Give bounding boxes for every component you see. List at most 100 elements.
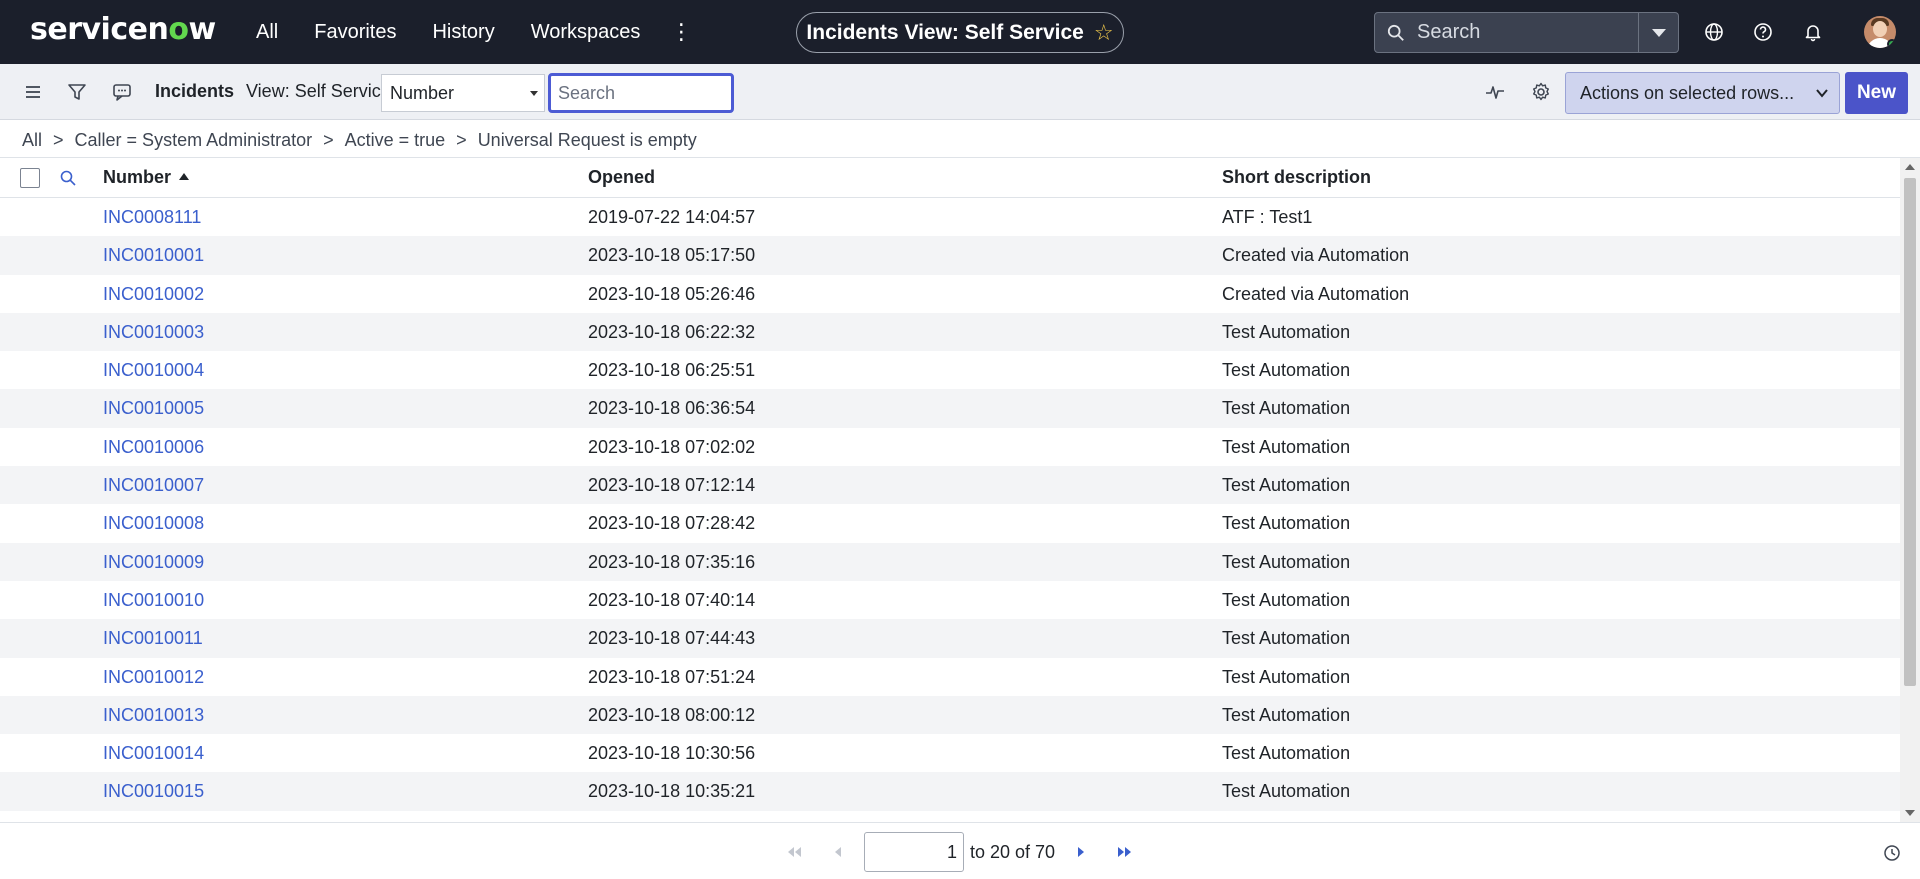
nav-all[interactable]: All bbox=[256, 21, 278, 44]
opened-cell: 2023-10-18 08:00:12 bbox=[588, 704, 756, 725]
opened-cell: 2023-10-18 10:35:21 bbox=[588, 781, 756, 802]
bell-icon[interactable] bbox=[1802, 21, 1824, 43]
nav-workspaces[interactable]: Workspaces bbox=[531, 21, 641, 44]
table-body: INC0008111 2019-07-22 14:04:57 ATF : Test1… bbox=[0, 198, 1900, 812]
table-row: INC0010004 2023-10-18 06:25:51 Test Automa… bbox=[0, 351, 1900, 389]
column-header-short-description[interactable]: Short description bbox=[1222, 167, 1371, 188]
opened-cell: 2023-10-18 07:40:14 bbox=[588, 589, 756, 610]
caret-down-icon bbox=[1651, 28, 1666, 37]
page-number-input[interactable] bbox=[864, 832, 964, 872]
incident-number-link[interactable]: INC0010011 bbox=[103, 628, 203, 649]
gear-icon[interactable] bbox=[1530, 81, 1552, 103]
breadcrumb-separator: > bbox=[323, 129, 334, 150]
short-description-cell: Test Automation bbox=[1222, 398, 1351, 419]
table-row: INC0010008 2023-10-18 07:28:42 Test Automa… bbox=[0, 504, 1900, 542]
incident-number-link[interactable]: INC0010014 bbox=[103, 743, 204, 764]
activity-icon[interactable] bbox=[1484, 81, 1506, 103]
vertical-scrollbar[interactable] bbox=[1900, 158, 1920, 822]
table-row: INC0010009 2023-10-18 07:35:16 Test Automa… bbox=[0, 542, 1900, 581]
search-field-value: Number bbox=[390, 82, 455, 103]
short-description-cell: Test Automation bbox=[1222, 704, 1351, 725]
incident-number-link[interactable]: INC0010009 bbox=[103, 552, 204, 573]
chevron-down-icon bbox=[1816, 89, 1828, 98]
short-description-cell: Test Automation bbox=[1222, 360, 1351, 381]
column-header-number[interactable]: Number bbox=[103, 167, 190, 188]
table-row: INC0010001 2023-10-18 05:17:50 Created via… bbox=[0, 236, 1900, 275]
select-all-checkbox[interactable] bbox=[20, 168, 40, 188]
next-page-icon[interactable] bbox=[1072, 844, 1090, 860]
table-row: INC0008111 2019-07-22 14:04:57 ATF : Test1 bbox=[0, 198, 1900, 236]
last-page-icon[interactable] bbox=[1116, 844, 1134, 860]
table-row: INC0010007 2023-10-18 07:12:14 Test Automa… bbox=[0, 466, 1900, 505]
incident-number-link[interactable]: INC0010012 bbox=[103, 667, 204, 688]
incident-number-link[interactable]: INC0010010 bbox=[103, 590, 204, 611]
short-description-cell: Test Automation bbox=[1222, 513, 1351, 534]
table-row: INC0010011 2023-10-18 07:44:43 Test Automa… bbox=[0, 619, 1900, 658]
online-status-dot bbox=[1887, 39, 1896, 48]
incident-number-link[interactable]: INC0010015 bbox=[103, 781, 204, 802]
opened-cell: 2023-10-18 05:17:50 bbox=[588, 245, 756, 266]
list-search-input[interactable] bbox=[548, 73, 734, 113]
breadcrumb-caller[interactable]: Caller = System Administrator bbox=[75, 130, 313, 151]
user-avatar[interactable] bbox=[1864, 16, 1896, 48]
incident-number-link[interactable]: INC0010005 bbox=[103, 398, 204, 419]
page-range-text: to 20 of 70 bbox=[970, 842, 1056, 862]
prev-page-icon[interactable] bbox=[829, 844, 847, 860]
incident-number-link[interactable]: INC0010002 bbox=[103, 284, 204, 305]
incident-number-link[interactable]: INC0010006 bbox=[103, 437, 204, 458]
avatar-face bbox=[1873, 21, 1887, 37]
global-search-field[interactable]: Search bbox=[1374, 12, 1639, 53]
opened-cell: 2023-10-18 05:26:46 bbox=[588, 283, 756, 304]
opened-cell: 2019-07-22 14:04:57 bbox=[588, 207, 756, 227]
menu-icon[interactable] bbox=[22, 81, 44, 103]
search-field-select[interactable]: Number bbox=[381, 74, 545, 112]
first-page-icon[interactable] bbox=[785, 844, 803, 860]
breadcrumb-active[interactable]: Active = true bbox=[345, 130, 446, 151]
incident-number-link[interactable]: INC0008111 bbox=[103, 207, 201, 228]
table-row: INC0010012 2023-10-18 07:51:24 Test Automa… bbox=[0, 658, 1900, 696]
short-description-cell: Test Automation bbox=[1222, 436, 1351, 457]
scrollbar-thumb[interactable] bbox=[1904, 178, 1916, 686]
breadcrumb-separator: > bbox=[456, 129, 467, 150]
nav-history[interactable]: History bbox=[432, 21, 494, 44]
short-description-cell: Test Automation bbox=[1222, 743, 1351, 764]
scroll-up-icon[interactable] bbox=[1905, 164, 1915, 170]
short-description-cell: Test Automation bbox=[1222, 781, 1351, 802]
actions-on-selected-rows-select[interactable]: Actions on selected rows... bbox=[1565, 72, 1840, 114]
opened-cell: 2023-10-18 06:36:54 bbox=[588, 398, 756, 419]
main-menu: All Favorites History Workspaces ⋮ bbox=[256, 0, 692, 64]
breadcrumb-universal-request[interactable]: Universal Request is empty bbox=[478, 130, 697, 151]
table-row: INC0010013 2023-10-18 08:00:12 Test Automa… bbox=[0, 695, 1900, 735]
new-button[interactable]: New bbox=[1845, 72, 1908, 114]
short-description-cell: Test Automation bbox=[1222, 589, 1351, 610]
list-title[interactable]: Incidents bbox=[155, 81, 234, 102]
scroll-down-icon[interactable] bbox=[1905, 810, 1915, 816]
star-icon[interactable]: ☆ bbox=[1094, 20, 1114, 46]
search-icon[interactable] bbox=[59, 169, 77, 187]
top-navigation-bar: servicenow All Favorites History Workspa… bbox=[0, 0, 1920, 64]
page-title: Incidents View: Self Service bbox=[806, 20, 1084, 44]
incident-number-link[interactable]: INC0010013 bbox=[103, 705, 204, 726]
chat-icon[interactable] bbox=[111, 81, 133, 103]
globe-icon[interactable] bbox=[1703, 21, 1725, 43]
incident-number-link[interactable]: INC0010008 bbox=[103, 513, 204, 534]
incident-number-link[interactable]: INC0010003 bbox=[103, 322, 204, 343]
table-row: INC0010015 2023-10-18 10:35:21 Test Automa… bbox=[0, 772, 1900, 811]
caret-down-icon bbox=[530, 91, 538, 96]
short-description-cell: Created via Automation bbox=[1222, 283, 1410, 304]
incident-number-link[interactable]: INC0010001 bbox=[103, 245, 204, 266]
column-header-opened[interactable]: Opened bbox=[588, 167, 655, 188]
sort-ascending-icon bbox=[179, 173, 190, 180]
help-icon[interactable] bbox=[1752, 21, 1774, 43]
more-menu-icon[interactable]: ⋮ bbox=[670, 19, 692, 45]
incident-number-link[interactable]: INC0010004 bbox=[103, 360, 204, 381]
opened-cell: 2023-10-18 06:22:32 bbox=[588, 321, 756, 342]
clock-icon[interactable] bbox=[1883, 844, 1901, 862]
incident-number-link[interactable]: INC0010007 bbox=[103, 475, 204, 496]
nav-favorites[interactable]: Favorites bbox=[314, 21, 396, 44]
opened-cell: 2023-10-18 06:25:51 bbox=[588, 360, 756, 381]
breadcrumb-all[interactable]: All bbox=[22, 130, 42, 151]
servicenow-logo[interactable]: servicenow bbox=[30, 12, 216, 47]
filter-icon[interactable] bbox=[66, 81, 88, 103]
search-scope-dropdown[interactable] bbox=[1639, 12, 1679, 53]
